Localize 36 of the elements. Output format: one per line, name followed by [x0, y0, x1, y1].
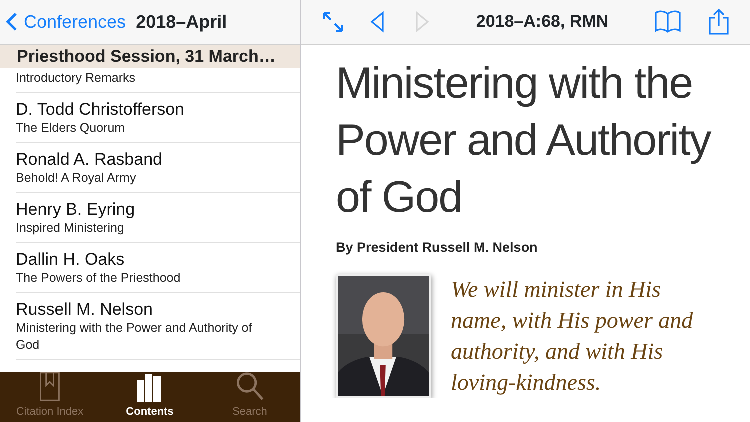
share-icon[interactable]	[708, 8, 730, 36]
citation-title: 2018–A:68, RMN	[476, 11, 609, 34]
byline: By President Russell M. Nelson	[336, 239, 539, 257]
talk-item[interactable]: Henry B. Eyring Inspired Ministering	[16, 193, 300, 243]
tab-label: Search	[232, 404, 268, 420]
books-icon	[137, 374, 163, 402]
speaker-name: Henry B. Eyring	[16, 199, 136, 220]
back-button[interactable]: Conferences	[0, 8, 130, 36]
speaker-name: D. Todd Christofferson	[16, 99, 186, 120]
talk-title: Inspired Ministering	[16, 220, 126, 237]
bookmark-icon	[39, 372, 61, 402]
back-arrow-icon[interactable]	[369, 10, 387, 34]
talk-title: The Powers of the Priesthood	[16, 270, 182, 287]
search-icon	[236, 372, 264, 402]
talk-title: The Elders Quorum	[16, 120, 126, 137]
book-icon[interactable]	[654, 10, 682, 34]
chevron-icon	[6, 12, 18, 32]
talk-title: Behold! A Royal Army	[16, 170, 138, 187]
talk-item[interactable]: Dallin H. Oaks The Powers of the Priesthood	[16, 243, 300, 293]
talk-title: Ministering with the Power and Authority of God	[16, 320, 254, 354]
speaker-name: Dallin H. Oaks	[16, 249, 126, 270]
tab-button[interactable]: Contents	[100, 372, 200, 422]
talk-item[interactable]: Ronald A. Rasband Behold! A Royal Army	[16, 143, 300, 193]
tab-label: Contents	[126, 404, 174, 420]
speaker-name: Russell M. Nelson	[16, 299, 154, 320]
expand-icon[interactable]	[321, 10, 345, 34]
talk-item[interactable]: Russell M. Nelson Ministering with the Power and Authority of God	[16, 293, 300, 360]
speaker-name: Ronald A. Rasband	[16, 149, 164, 170]
nav-title: 2018–April	[136, 10, 228, 34]
talk-item[interactable]: Introductory Remarks	[16, 68, 300, 93]
pull-quote: We will minister in His name, with His power and authority, and with His loving-kindness.	[451, 276, 694, 398]
talk-title: Introductory Remarks	[16, 70, 136, 87]
tab-label: Citation Index	[16, 404, 84, 420]
section-header: Priesthood Session, 31 March…	[0, 45, 300, 68]
talk-item[interactable]: D. Todd Christofferson The Elders Quorum	[16, 93, 300, 143]
article-title: Ministering with the Power and Authority of God	[336, 58, 712, 224]
